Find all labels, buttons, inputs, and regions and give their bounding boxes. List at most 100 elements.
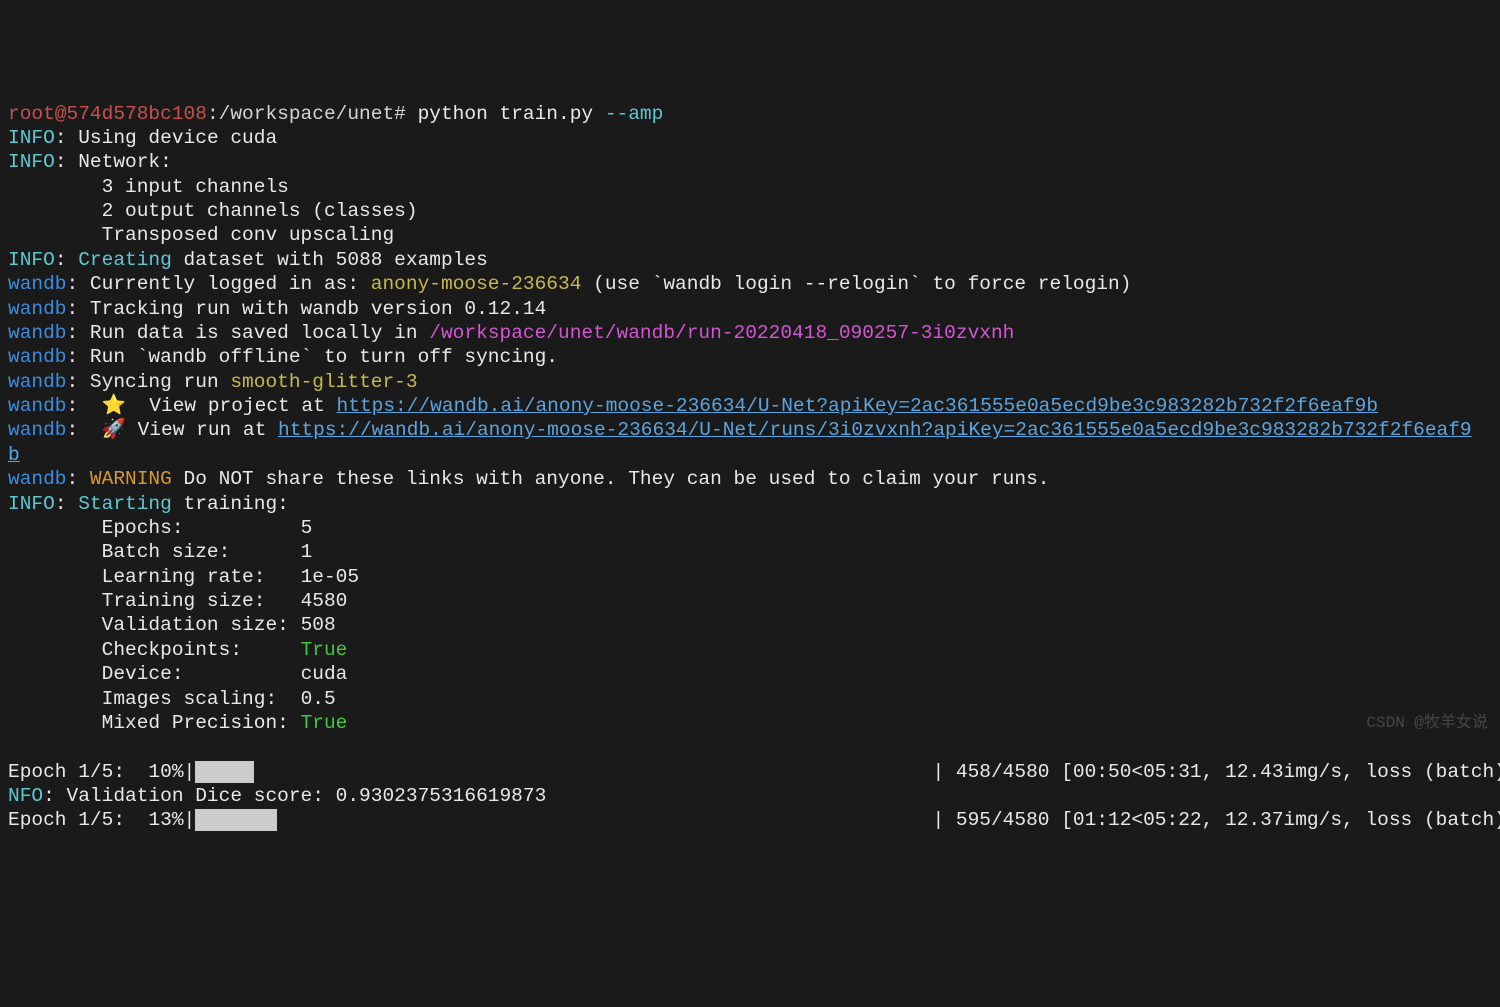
info-label: INFO xyxy=(8,151,55,173)
validation-line: NFO: Validation Dice score: 0.9302375316… xyxy=(8,785,546,807)
network-detail: 3 input channels xyxy=(8,176,289,198)
viewrun-pre: 🚀 View run at xyxy=(90,419,278,441)
colon: : xyxy=(67,273,90,295)
offline-text: Run `wandb offline` to turn off syncing. xyxy=(90,346,558,368)
param-val: True xyxy=(301,639,348,661)
login-pre: Currently logged in as: xyxy=(90,273,371,295)
colon: : xyxy=(67,468,90,490)
param-val: True xyxy=(301,712,348,734)
wandb-label: wandb xyxy=(8,273,67,295)
param-val: 5 xyxy=(301,517,313,539)
colon: : xyxy=(67,322,90,344)
progress-right: | 595/4580 [01:12<05:22, 12.37img/s, los… xyxy=(932,809,1500,831)
info-label: INFO xyxy=(8,249,55,271)
command-flag: --amp xyxy=(605,103,664,125)
param-val: 1 xyxy=(301,541,313,563)
param-line: Validation size: 508 xyxy=(8,614,336,636)
wandb-line: wandb: Run `wandb offline` to turn off s… xyxy=(8,346,558,368)
wandb-label: wandb xyxy=(8,346,67,368)
viewrun-link-cont[interactable]: b xyxy=(8,444,20,466)
colon: : xyxy=(67,419,90,441)
param-key: Training size: xyxy=(8,590,301,612)
progress-left: Epoch 1/5: 13%| xyxy=(8,809,195,831)
info-line: INFO: Using device cuda xyxy=(8,127,277,149)
rundata-path: /workspace/unet/wandb/run-20220418_09025… xyxy=(429,322,1014,344)
prompt-line: root@574d578bc108:/workspace/unet# pytho… xyxy=(8,103,663,125)
watermark: CSDN @牧羊女说 xyxy=(1366,713,1488,733)
colon: : xyxy=(55,151,78,173)
blank-line xyxy=(8,736,55,758)
network-detail: 2 output channels (classes) xyxy=(8,200,418,222)
tracking-text: Tracking run with wandb version 0.12.14 xyxy=(90,298,546,320)
info-line: INFO: Network: xyxy=(8,151,172,173)
sync-pre: Syncing run xyxy=(90,371,230,393)
network-detail: Transposed conv upscaling xyxy=(8,224,394,246)
progress-gap xyxy=(277,809,932,831)
wandb-label: wandb xyxy=(8,371,67,393)
param-line: Learning rate: 1e-05 xyxy=(8,566,359,588)
wandb-label: wandb xyxy=(8,468,67,490)
nfo-label: NFO xyxy=(8,785,43,807)
sync-name: smooth-glitter-3 xyxy=(230,371,417,393)
param-val: cuda xyxy=(301,663,348,685)
progress-bar xyxy=(195,809,277,831)
param-key: Images scaling: xyxy=(8,688,301,710)
starting-rest: training: xyxy=(172,493,289,515)
param-line: Mixed Precision: True xyxy=(8,712,347,734)
param-line: Device: cuda xyxy=(8,663,347,685)
param-key: Epochs: xyxy=(8,517,301,539)
colon: : xyxy=(67,371,90,393)
wandb-line: wandb: Run data is saved locally in /wor… xyxy=(8,322,1014,344)
wandb-line: wandb: ⭐ View project at https://wandb.a… xyxy=(8,395,1378,417)
creating-rest: dataset with 5088 examples xyxy=(172,249,488,271)
wandb-label: wandb xyxy=(8,419,67,441)
viewproj-link[interactable]: https://wandb.ai/anony-moose-236634/U-Ne… xyxy=(337,395,1378,417)
progress-line: Epoch 1/5: 13%| | 595/4580 [01:12<05:22,… xyxy=(8,809,1500,831)
param-line: Training size: 4580 xyxy=(8,590,347,612)
param-line: Batch size: 1 xyxy=(8,541,312,563)
info-label: INFO xyxy=(8,127,55,149)
wandb-line: wandb: WARNING Do NOT share these links … xyxy=(8,468,1050,490)
user-host: root@574d578bc108 xyxy=(8,103,207,125)
creating-kw: Creating xyxy=(78,249,172,271)
info-label: INFO xyxy=(8,493,55,515)
login-post: (use `wandb login --relogin` to force re… xyxy=(581,273,1131,295)
wandb-label: wandb xyxy=(8,322,67,344)
wandb-line: wandb: Syncing run smooth-glitter-3 xyxy=(8,371,418,393)
param-key: Validation size: xyxy=(8,614,301,636)
param-val: 1e-05 xyxy=(301,566,360,588)
terminal: root@574d578bc108:/workspace/unet# pytho… xyxy=(8,102,1492,833)
info-line: INFO: Starting training: xyxy=(8,493,289,515)
warning-rest: Do NOT share these links with anyone. Th… xyxy=(172,468,1050,490)
wandb-label: wandb xyxy=(8,298,67,320)
wandb-line: wandb: Currently logged in as: anony-moo… xyxy=(8,273,1131,295)
info-line: INFO: Creating dataset with 5088 example… xyxy=(8,249,488,271)
param-key: Checkpoints: xyxy=(8,639,301,661)
command-text: python train.py xyxy=(406,103,605,125)
param-val: 4580 xyxy=(301,590,348,612)
param-val: 508 xyxy=(301,614,336,636)
progress-bar xyxy=(195,761,254,783)
colon: : xyxy=(67,298,90,320)
starting-kw: Starting xyxy=(78,493,172,515)
param-line: Checkpoints: True xyxy=(8,639,347,661)
colon: : xyxy=(67,346,90,368)
param-key: Batch size: xyxy=(8,541,301,563)
param-val: 0.5 xyxy=(301,688,336,710)
info-device-text: Using device cuda xyxy=(78,127,277,149)
prompt-path: :/workspace/unet# xyxy=(207,103,406,125)
param-key: Device: xyxy=(8,663,301,685)
rundata-pre: Run data is saved locally in xyxy=(90,322,429,344)
wandb-line: wandb: Tracking run with wandb version 0… xyxy=(8,298,546,320)
colon: : xyxy=(55,493,78,515)
progress-line: Epoch 1/5: 10%| | 458/4580 [00:50<05:31,… xyxy=(8,761,1500,783)
param-key: Mixed Precision: xyxy=(8,712,301,734)
login-user: anony-moose-236634 xyxy=(371,273,582,295)
viewrun-link[interactable]: https://wandb.ai/anony-moose-236634/U-Ne… xyxy=(278,419,1472,441)
param-key: Learning rate: xyxy=(8,566,301,588)
progress-gap xyxy=(254,761,933,783)
val-text: : Validation Dice score: 0.9302375316619… xyxy=(43,785,546,807)
warning-kw: WARNING xyxy=(90,468,172,490)
wandb-line: wandb: 🚀 View run at https://wandb.ai/an… xyxy=(8,419,1472,441)
colon: : xyxy=(67,395,90,417)
